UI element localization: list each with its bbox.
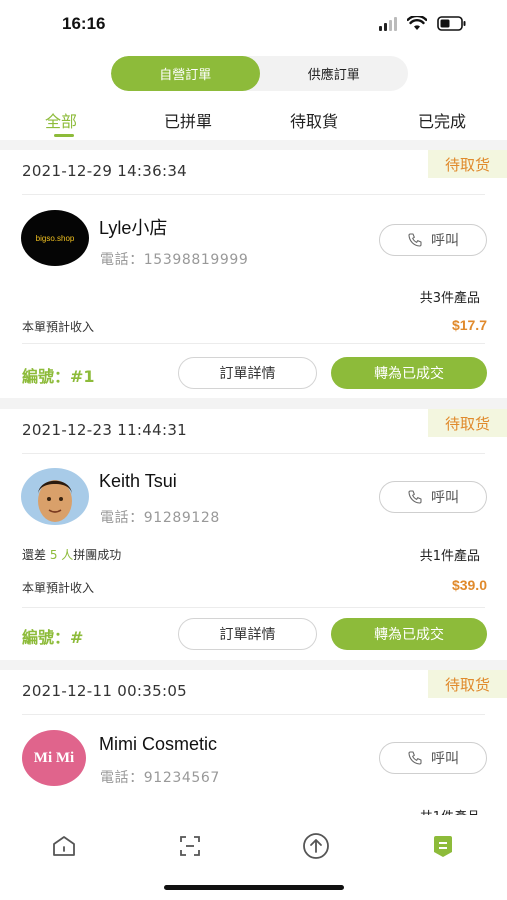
signal-icon (379, 16, 397, 31)
home-indicator (164, 885, 344, 890)
divider (22, 714, 485, 715)
order-code: 編號：#1 (22, 367, 95, 386)
order-card: 2021-12-23 11:44:31 待取货 Keith Tsui 電話：91… (0, 409, 507, 660)
status-badge: 待取货 (428, 670, 507, 698)
divider (22, 343, 485, 344)
order-detail-button[interactable]: 訂單詳情 (178, 357, 317, 389)
call-label: 呼叫 (431, 751, 459, 767)
segment-self-orders[interactable]: 自營訂單 (111, 56, 260, 91)
remain-count: 5 人 (49, 548, 74, 562)
remain-prefix: 還差 (22, 548, 47, 562)
income-value: $39.0 (451, 577, 487, 593)
order-type-segment: 自營訂單 供應訂單 (111, 56, 408, 91)
avatar-logo-text: bigso.shop (35, 233, 75, 243)
mark-deal-button[interactable]: 轉為已成交 (331, 357, 487, 389)
call-button[interactable]: 呼叫 (379, 481, 487, 513)
item-count: 共1件產品 (419, 549, 480, 564)
home-icon[interactable] (49, 831, 79, 861)
phone-icon (408, 233, 422, 247)
income-label: 本單預計收入 (22, 320, 95, 334)
section-gap (0, 398, 507, 409)
upload-icon[interactable] (301, 831, 331, 861)
avatar-logo-text: Mi Mi (33, 749, 75, 766)
mark-deal-button[interactable]: 轉為已成交 (331, 618, 487, 650)
income-label: 本單預計收入 (22, 581, 95, 595)
item-count: 共3件產品 (419, 291, 480, 306)
scan-icon[interactable] (175, 831, 205, 861)
section-gap (0, 140, 507, 150)
tab-pending-pickup[interactable]: 待取貨 (290, 108, 338, 132)
order-code: 編號：# (22, 628, 84, 647)
status-time: 16:16 (62, 14, 106, 33)
call-button[interactable]: 呼叫 (379, 742, 487, 774)
phone-icon (408, 490, 422, 504)
status-badge: 待取货 (428, 409, 507, 437)
avatar (21, 468, 89, 525)
order-card: 2021-12-29 14:36:34 待取货 bigso.shop Lyle小… (0, 150, 507, 398)
shop-name: Mimi Cosmetic (99, 734, 218, 754)
person-avatar-icon (38, 480, 72, 522)
status-bar: 16:16 (0, 0, 507, 50)
order-detail-button[interactable]: 訂單詳情 (178, 618, 317, 650)
remain-suffix: 拼團成功 (73, 548, 122, 562)
divider (22, 194, 485, 195)
group-remaining: 還差 5 人拼團成功 (22, 546, 121, 563)
divider (22, 607, 485, 608)
tab-completed[interactable]: 已完成 (418, 108, 466, 132)
order-date: 2021-12-23 11:44:31 (22, 421, 188, 439)
orders-icon[interactable] (428, 831, 458, 861)
order-date: 2021-12-29 14:36:34 (22, 162, 188, 180)
status-icons (379, 16, 467, 31)
section-gap (0, 660, 507, 670)
income-value: $17.7 (451, 317, 487, 333)
shop-phone: 電話：91234567 (100, 770, 220, 786)
battery-icon (437, 16, 466, 31)
shop-name: Keith Tsui (99, 471, 177, 491)
shop-name: Lyle小店 (99, 218, 168, 238)
status-tabs: 全部 已拼單 待取貨 已完成 (0, 100, 507, 140)
avatar: bigso.shop (21, 210, 89, 266)
order-date: 2021-12-11 00:35:05 (22, 682, 188, 700)
status-badge: 待取货 (428, 150, 507, 178)
tab-active-indicator (54, 134, 74, 137)
avatar: Mi Mi (22, 730, 86, 786)
tab-all[interactable]: 全部 (45, 108, 77, 132)
tab-grouped[interactable]: 已拼單 (164, 108, 212, 132)
wifi-icon (407, 16, 427, 30)
call-label: 呼叫 (431, 233, 459, 249)
call-label: 呼叫 (431, 490, 459, 506)
shop-phone: 電話：91289128 (100, 510, 220, 526)
call-button[interactable]: 呼叫 (379, 224, 487, 256)
segment-supply-orders[interactable]: 供應訂單 (260, 56, 409, 91)
order-card: 2021-12-11 00:35:05 待取货 Mi Mi Mimi Cosme… (0, 670, 507, 825)
phone-icon (408, 751, 422, 765)
divider (22, 453, 485, 454)
shop-phone: 電話：15398819999 (100, 252, 249, 268)
